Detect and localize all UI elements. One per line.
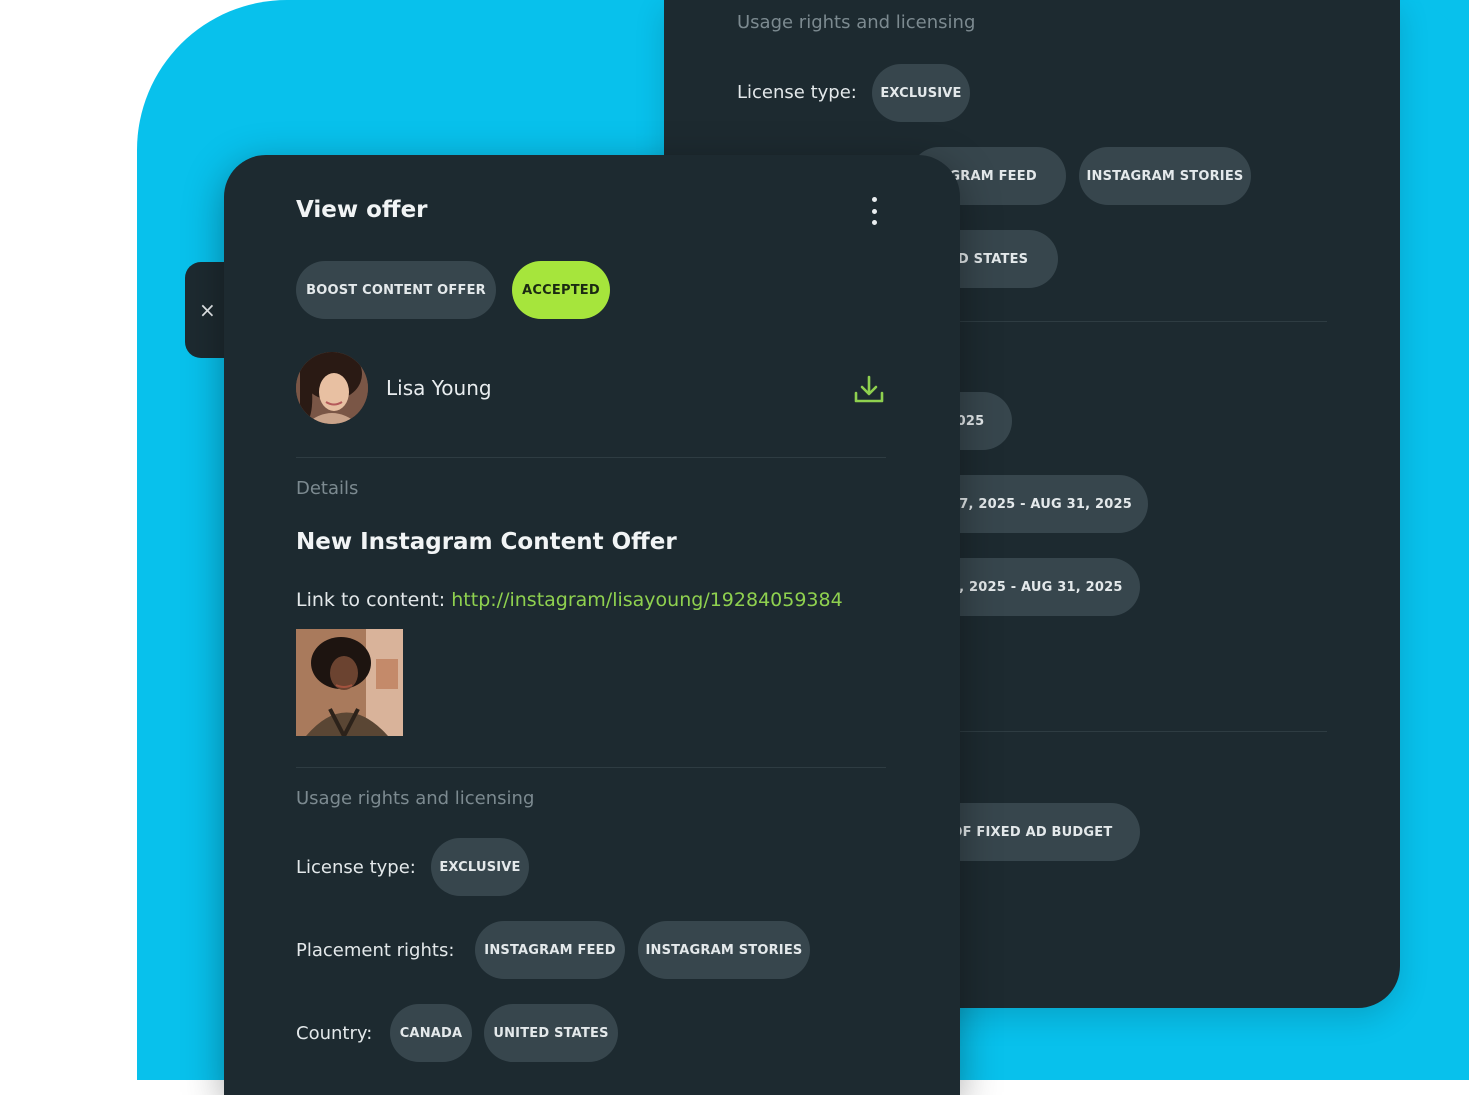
- country-label: Country:: [296, 1023, 373, 1044]
- offer-title: New Instagram Content Offer: [296, 529, 677, 555]
- close-icon[interactable]: ×: [199, 300, 216, 320]
- status-badge: ACCEPTED: [512, 261, 610, 319]
- creator-name: Lisa Young: [386, 376, 492, 400]
- placement-pill-feed: INSTAGRAM FEED: [475, 921, 625, 979]
- details-section-title: Details: [296, 478, 359, 499]
- content-link-row: Link to content: http://instagram/lisayo…: [296, 589, 843, 611]
- download-icon[interactable]: [852, 373, 886, 407]
- divider: [296, 457, 886, 458]
- content-link[interactable]: http://instagram/lisayoung/19284059384: [451, 589, 842, 611]
- license-type-pill: EXCLUSIVE: [431, 838, 529, 896]
- page-title: View offer: [296, 197, 428, 223]
- placement-rights-label: Placement rights:: [296, 940, 455, 961]
- view-offer-card: View offer BOOST CONTENT OFFER ACCEPTED …: [224, 155, 960, 1095]
- divider: [296, 767, 886, 768]
- license-type-pill: EXCLUSIVE: [872, 64, 970, 122]
- license-type-label: License type:: [296, 857, 416, 878]
- country-pill-canada: CANADA: [390, 1004, 472, 1062]
- placement-pill-stories: INSTAGRAM STORIES: [638, 921, 810, 979]
- content-thumbnail[interactable]: [296, 629, 403, 736]
- country-pill-us: UNITED STATES: [484, 1004, 618, 1062]
- usage-section-title: Usage rights and licensing: [296, 788, 535, 809]
- offer-type-badge: BOOST CONTENT OFFER: [296, 261, 496, 319]
- link-label: Link to content:: [296, 589, 446, 611]
- placement-pill-stories: INSTAGRAM STORIES: [1079, 147, 1251, 205]
- license-type-label: License type:: [737, 82, 857, 103]
- more-vertical-icon[interactable]: [868, 197, 880, 225]
- usage-section-title: Usage rights and licensing: [737, 12, 976, 33]
- avatar: [296, 352, 368, 424]
